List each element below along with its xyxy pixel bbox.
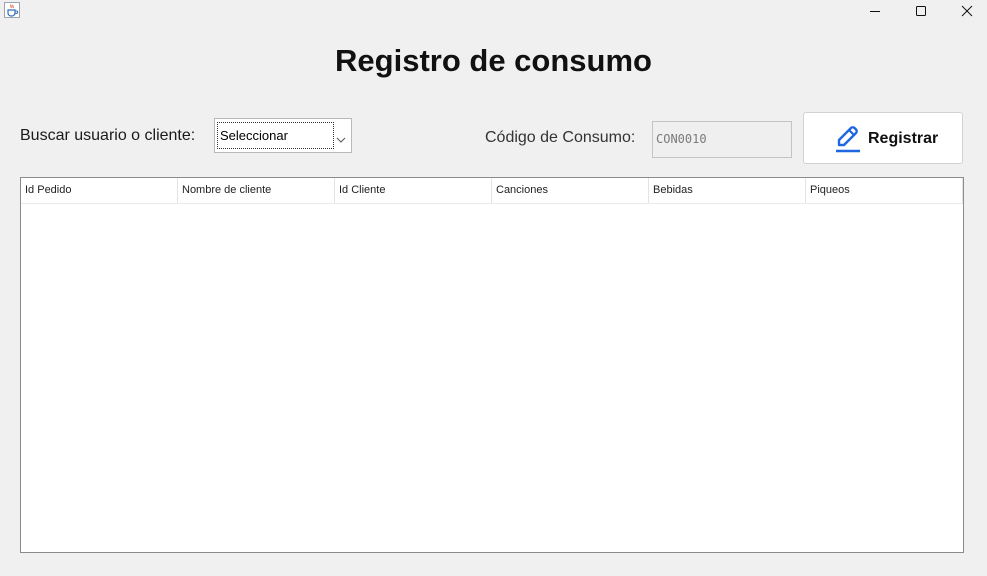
maximize-icon	[916, 6, 926, 16]
close-button[interactable]	[944, 0, 987, 22]
title-bar	[0, 0, 987, 26]
register-button[interactable]: Registrar	[803, 112, 963, 164]
column-header-id-cliente[interactable]: Id Cliente	[335, 178, 492, 203]
close-icon	[961, 5, 973, 17]
register-button-label: Registrar	[868, 130, 939, 147]
search-client-label: Buscar usuario o cliente:	[20, 127, 196, 144]
table-header: Id Pedido Nombre de cliente Id Cliente C…	[21, 178, 963, 204]
chevron-down-icon[interactable]	[336, 131, 346, 149]
client-select-dropdown[interactable]: Seleccionar	[214, 118, 352, 153]
column-header-nombre-cliente[interactable]: Nombre de cliente	[178, 178, 335, 203]
pencil-icon	[834, 124, 862, 159]
maximize-button[interactable]	[898, 0, 944, 22]
consumption-code-field: CON0010	[652, 121, 792, 158]
column-header-bebidas[interactable]: Bebidas	[649, 178, 806, 203]
minimize-button[interactable]	[852, 0, 898, 22]
consumption-table[interactable]: Id Pedido Nombre de cliente Id Cliente C…	[20, 177, 964, 553]
column-header-id-pedido[interactable]: Id Pedido	[21, 178, 178, 203]
client-select-value[interactable]: Seleccionar	[217, 122, 334, 149]
column-header-canciones[interactable]: Canciones	[492, 178, 649, 203]
consumption-code-label: Código de Consumo:	[485, 129, 636, 146]
page-title: Registro de consumo	[335, 43, 652, 78]
column-header-piqueos[interactable]: Piqueos	[806, 178, 963, 203]
java-cup-icon	[4, 2, 20, 18]
minimize-icon	[870, 11, 880, 12]
